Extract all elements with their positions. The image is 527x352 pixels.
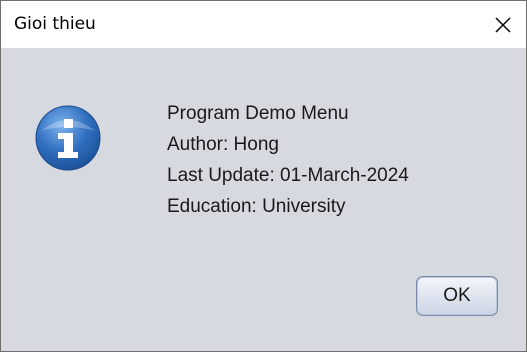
message-dialog: Gioi thieu Program Demo Menu Author: Hon… bbox=[0, 0, 527, 352]
message-text: Program Demo Menu Author: Hong Last Upda… bbox=[167, 98, 409, 222]
title-bar[interactable]: Gioi thieu bbox=[1, 1, 526, 48]
close-button[interactable] bbox=[480, 1, 526, 48]
message-line-program: Program Demo Menu bbox=[167, 103, 349, 124]
ok-button[interactable]: OK bbox=[416, 276, 498, 316]
close-icon bbox=[495, 16, 511, 33]
message-line-education: Education: University bbox=[167, 196, 346, 217]
message-line-last-update: Last Update: 01-March-2024 bbox=[167, 165, 409, 186]
ok-button-label: OK bbox=[443, 285, 471, 306]
window-title: Gioi thieu bbox=[14, 14, 96, 34]
dialog-content: Program Demo Menu Author: Hong Last Upda… bbox=[1, 48, 526, 351]
info-icon bbox=[35, 105, 101, 171]
message-line-author: Author: Hong bbox=[167, 134, 279, 155]
